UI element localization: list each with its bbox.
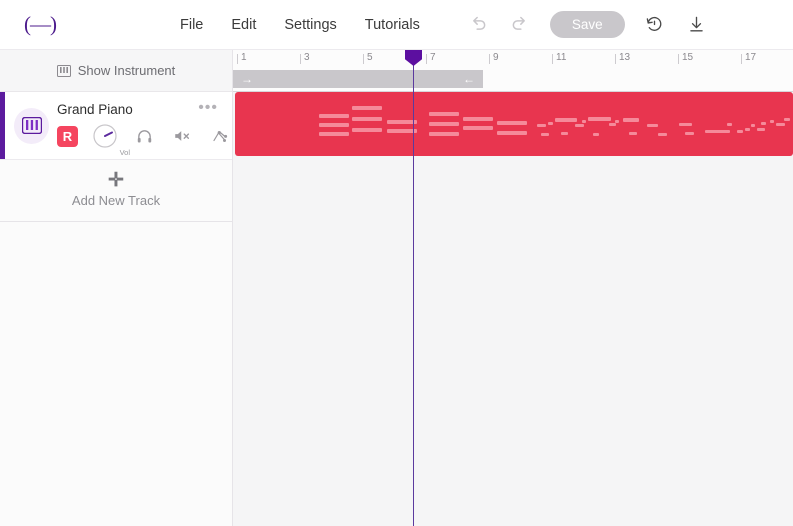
midi-note[interactable] — [319, 132, 349, 136]
midi-note[interactable] — [761, 122, 766, 125]
midi-note[interactable] — [679, 123, 692, 126]
midi-note[interactable] — [541, 133, 549, 136]
midi-note[interactable] — [647, 124, 658, 127]
midi-note[interactable] — [319, 123, 349, 127]
midi-note[interactable] — [737, 130, 743, 133]
headphones-icon[interactable] — [132, 124, 156, 148]
ruler-tick-label: 17 — [745, 52, 757, 63]
midi-note[interactable] — [685, 132, 694, 135]
midi-note[interactable] — [776, 123, 785, 126]
midi-note[interactable] — [429, 112, 459, 116]
more-options-icon[interactable]: ••• — [198, 100, 218, 116]
ruler-tick — [237, 54, 238, 64]
ruler-tick-label: 9 — [493, 52, 499, 63]
playhead[interactable] — [405, 50, 422, 526]
piano-keys-icon — [56, 64, 71, 77]
main-menu: File Edit Settings Tutorials — [180, 17, 420, 33]
plus-icon: ✛ — [108, 170, 124, 191]
ruler-tick — [489, 54, 490, 64]
volume-knob[interactable]: Vol — [92, 123, 130, 157]
midi-note[interactable] — [429, 132, 459, 136]
ruler-tick-label: 3 — [304, 52, 310, 63]
add-new-track-label: Add New Track — [71, 193, 161, 208]
midi-note[interactable] — [352, 117, 382, 121]
midi-note[interactable] — [745, 128, 750, 131]
midi-note[interactable] — [575, 124, 584, 127]
redo-icon[interactable] — [508, 13, 532, 37]
volume-knob-label: Vol — [119, 148, 130, 157]
midi-note[interactable] — [623, 118, 639, 122]
midi-note[interactable] — [352, 128, 382, 132]
ruler-tick-label: 11 — [556, 52, 567, 63]
ruler-tick — [741, 54, 742, 64]
midi-note[interactable] — [705, 130, 730, 133]
ruler-tick-label: 15 — [682, 52, 694, 63]
automation-nodes-icon[interactable] — [208, 124, 232, 148]
menu-item-edit[interactable]: Edit — [231, 17, 256, 33]
midi-note[interactable] — [497, 121, 527, 125]
midi-note[interactable] — [537, 124, 546, 127]
show-instrument-label: Show Instrument — [77, 63, 176, 78]
add-new-track-button[interactable]: ✛ Add New Track — [0, 160, 232, 222]
midi-note[interactable] — [582, 120, 586, 123]
midi-note[interactable] — [751, 124, 755, 127]
midi-note[interactable] — [629, 132, 637, 135]
midi-note[interactable] — [463, 126, 493, 130]
midi-note[interactable] — [555, 118, 577, 122]
loop-region-bar[interactable]: → ← — [233, 70, 483, 88]
record-arm-button[interactable]: R — [57, 125, 78, 147]
daw-app-window: (—) File Edit Settings Tutorials Save Sh… — [0, 0, 793, 526]
ruler-tick-label: 7 — [430, 52, 436, 63]
midi-note[interactable] — [319, 114, 349, 118]
midi-note[interactable] — [784, 118, 790, 121]
track-instrument-icon[interactable] — [14, 107, 49, 144]
toolbar-actions: Save — [466, 11, 709, 38]
midi-note[interactable] — [463, 117, 493, 121]
speaker-muted-icon[interactable] — [170, 124, 194, 148]
download-icon[interactable] — [685, 13, 709, 37]
app-logo-icon[interactable]: (—) — [10, 12, 70, 37]
arrow-right-icon[interactable]: → — [241, 72, 253, 86]
midi-note[interactable] — [727, 123, 732, 126]
menu-item-file[interactable]: File — [180, 17, 203, 33]
midi-clip-grand-piano[interactable] — [235, 92, 793, 156]
midi-note[interactable] — [548, 122, 553, 125]
ruler-tick — [363, 54, 364, 64]
top-toolbar: (—) File Edit Settings Tutorials Save — [0, 0, 793, 50]
ruler-tick — [552, 54, 553, 64]
ruler-tick-label: 5 — [367, 52, 373, 63]
midi-note[interactable] — [615, 120, 619, 123]
undo-icon[interactable] — [466, 13, 490, 37]
midi-note[interactable] — [658, 133, 667, 136]
menu-item-settings[interactable]: Settings — [284, 17, 336, 33]
midi-note[interactable] — [588, 117, 611, 121]
ruler-tick — [678, 54, 679, 64]
midi-note[interactable] — [497, 131, 527, 135]
midi-note[interactable] — [609, 123, 616, 126]
save-button[interactable]: Save — [549, 11, 625, 38]
track-color-accent — [0, 92, 5, 159]
ruler-tick — [426, 54, 427, 64]
timeline-ruler[interactable]: 1 3 5 7 9 11 13 15 17 → ← — [233, 50, 793, 92]
menu-item-tutorials[interactable]: Tutorials — [365, 17, 420, 33]
arrow-left-icon[interactable]: ← — [463, 72, 475, 86]
track-list-panel: Show Instrument Grand Piano R Vol ••• ✛ … — [0, 50, 233, 526]
ruler-tick-label: 1 — [241, 52, 247, 63]
midi-note[interactable] — [593, 133, 599, 136]
midi-note[interactable] — [561, 132, 568, 135]
show-instrument-button[interactable]: Show Instrument — [0, 50, 232, 92]
restore-history-icon[interactable] — [643, 13, 667, 37]
timeline-canvas[interactable]: Browse loops Pattern Beats Add new — [233, 92, 793, 526]
ruler-tick — [615, 54, 616, 64]
ruler-tick — [300, 54, 301, 64]
track-controls: R Vol — [57, 123, 232, 157]
track-row[interactable]: Grand Piano R Vol ••• — [0, 92, 232, 160]
midi-note[interactable] — [770, 120, 774, 123]
ruler-tick-label: 13 — [619, 52, 631, 63]
midi-note[interactable] — [352, 106, 382, 110]
midi-note[interactable] — [429, 122, 459, 126]
midi-note[interactable] — [757, 128, 765, 131]
